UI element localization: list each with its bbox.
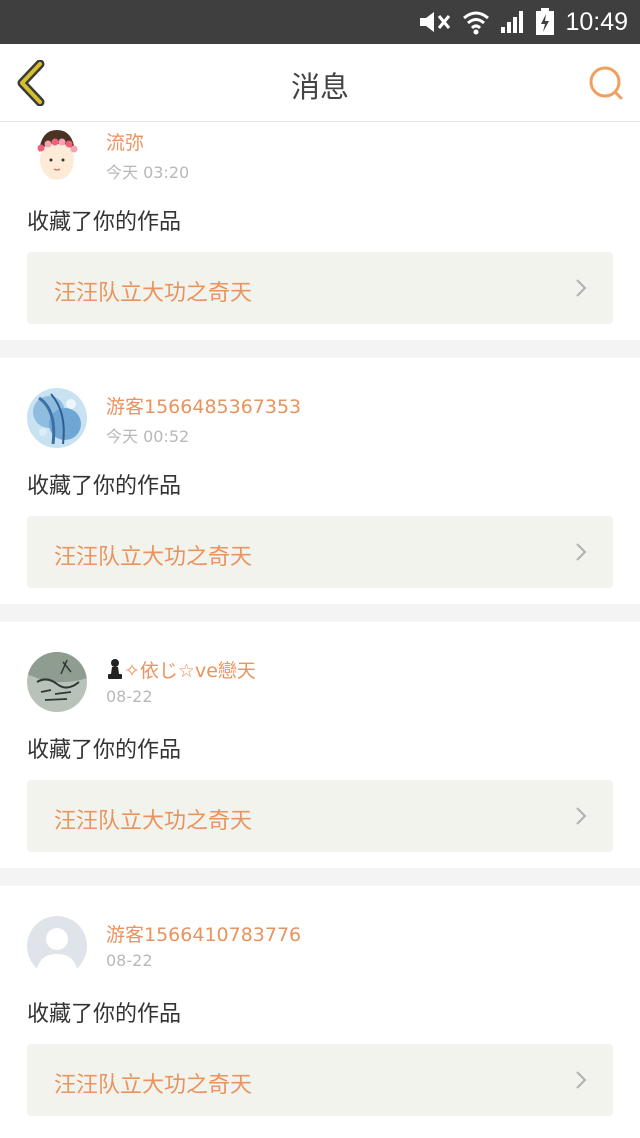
message-time: 08-22 xyxy=(106,687,153,706)
avatar-girl-flower-crown xyxy=(27,124,87,184)
message-card: 流弥 今天 03:20 收藏了你的作品 汪汪队立大功之奇天 xyxy=(0,122,640,340)
status-icons xyxy=(417,8,555,36)
message-text: 收藏了你的作品 xyxy=(27,474,182,499)
page-title: 消息 xyxy=(290,70,349,104)
avatar-default-person xyxy=(27,916,87,976)
avatar-calligraphy xyxy=(27,652,87,712)
message-card: ✧依じ☆ve戀天 08-22 收藏了你的作品 汪汪队立大功之奇天 xyxy=(0,622,640,868)
username[interactable]: ✧依じ☆ve戀天 xyxy=(106,656,256,683)
chevron-right-icon xyxy=(576,543,587,561)
status-bar: 10:49 xyxy=(0,0,640,44)
work-link[interactable]: 汪汪队立大功之奇天 xyxy=(27,252,613,324)
chevron-right-icon xyxy=(576,279,587,297)
message-text: 收藏了你的作品 xyxy=(27,738,182,763)
avatar-anime-blue xyxy=(27,388,87,448)
username[interactable]: 游客1566410783776 xyxy=(106,920,301,947)
status-time: 10:49 xyxy=(565,7,628,36)
signal-icon xyxy=(501,11,524,33)
mute-icon xyxy=(420,12,451,32)
card-separator xyxy=(0,604,640,622)
message-card: 游客1566485367353 今天 00:52 收藏了你的作品 汪汪队立大功之… xyxy=(0,358,640,604)
message-time: 08-22 xyxy=(106,951,153,970)
work-title: 汪汪队立大功之奇天 xyxy=(54,809,253,834)
message-time: 今天 03:20 xyxy=(106,163,190,182)
user-avatar[interactable] xyxy=(27,652,87,712)
work-title: 汪汪队立大功之奇天 xyxy=(54,281,253,306)
username-text: ✧依じ☆ve戀天 xyxy=(124,660,256,682)
username[interactable]: 流弥 xyxy=(106,128,144,155)
user-avatar[interactable] xyxy=(27,916,87,976)
search-button[interactable] xyxy=(586,64,626,104)
message-text: 收藏了你的作品 xyxy=(27,210,182,235)
app-bar: 消息 xyxy=(0,44,640,122)
work-title: 汪汪队立大功之奇天 xyxy=(54,545,253,570)
work-link[interactable]: 汪汪队立大功之奇天 xyxy=(27,1044,613,1116)
battery-charging-icon xyxy=(536,8,555,35)
message-card: 游客1566410783776 08-22 收藏了你的作品 汪汪队立大功之奇天 xyxy=(0,886,640,1132)
username[interactable]: 游客1566485367353 xyxy=(106,392,301,419)
message-list[interactable]: 流弥 今天 03:20 收藏了你的作品 汪汪队立大功之奇天 游客15664853… xyxy=(0,122,640,1138)
wifi-icon xyxy=(463,11,490,35)
message-time: 今天 00:52 xyxy=(106,427,190,446)
message-text: 收藏了你的作品 xyxy=(27,1002,182,1027)
card-separator xyxy=(0,340,640,358)
user-avatar[interactable] xyxy=(27,124,87,184)
search-icon xyxy=(589,66,623,100)
chess-pawn-icon xyxy=(108,659,122,679)
card-separator xyxy=(0,868,640,886)
work-title: 汪汪队立大功之奇天 xyxy=(54,1073,253,1098)
chevron-right-icon xyxy=(576,807,587,825)
user-avatar[interactable] xyxy=(27,388,87,448)
work-link[interactable]: 汪汪队立大功之奇天 xyxy=(27,516,613,588)
chevron-right-icon xyxy=(576,1071,587,1089)
work-link[interactable]: 汪汪队立大功之奇天 xyxy=(27,780,613,852)
